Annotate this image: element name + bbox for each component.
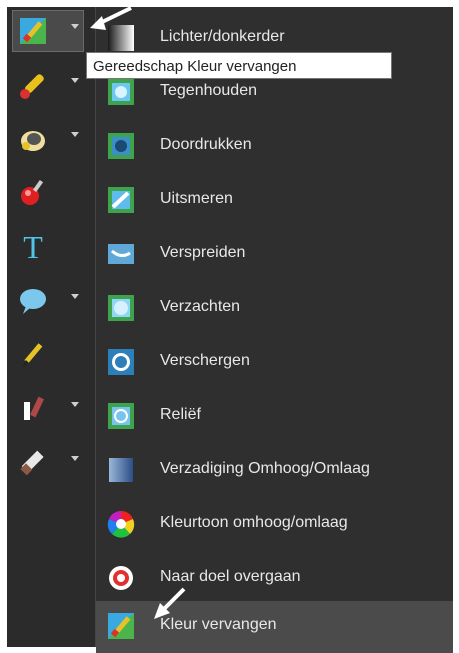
dodge-icon [106, 77, 136, 107]
menu-item-label: Doordrukken [160, 136, 252, 153]
flyout-caret-icon[interactable] [71, 132, 79, 137]
flyout-caret-icon[interactable] [71, 456, 79, 461]
flyout-caret-icon[interactable] [71, 24, 79, 29]
menu-item-label: Reliëf [160, 406, 201, 423]
tool-shape[interactable] [13, 281, 83, 321]
menu-item-verschergen[interactable]: Verschergen [96, 337, 453, 389]
brush-icon [17, 69, 49, 101]
menu-item-label: Verzachten [160, 298, 241, 315]
tool-red-eye[interactable] [13, 173, 83, 213]
menu-item-verzachten[interactable]: Verzachten [96, 283, 453, 335]
text-icon: T [23, 228, 43, 265]
menu-item-label: Verzadiging Omhoog/Omlaag [160, 460, 370, 477]
menu-item-label: Lichter/donkerder [160, 28, 285, 45]
tool-dropper[interactable] [13, 389, 83, 429]
menu-item-uitsmeren[interactable]: Uitsmeren [96, 175, 453, 227]
smudge-icon [106, 185, 136, 215]
target-icon [106, 563, 136, 593]
tool-kleur-vervangen[interactable] [12, 10, 84, 52]
menu-item-label: Naar doel overgaan [160, 568, 301, 585]
tools-toolbar: T [7, 7, 95, 647]
annotation-arrow-icon [90, 6, 132, 30]
dropper-icon [17, 393, 49, 425]
menu-item-doordrukken[interactable]: Doordrukken [96, 121, 453, 173]
menu-item-verzadiging[interactable]: Verzadiging Omhoog/Omlaag [96, 445, 453, 497]
menu-item-relief[interactable]: Reliëf [96, 391, 453, 443]
menu-item-label: Verschergen [160, 352, 250, 369]
saturation-icon [106, 455, 136, 485]
screenshot-frame: T Lichter/donkerder Tegenhouden Doordruk… [0, 0, 459, 653]
menu-item-label: Tegenhouden [160, 82, 257, 99]
push-icon [106, 239, 136, 269]
menu-item-label: Kleurtoon omhoog/omlaag [160, 514, 348, 531]
flyout-menu: Lichter/donkerder Tegenhouden Doordrukke… [95, 7, 453, 653]
menu-item-verspreiden[interactable]: Verspreiden [96, 229, 453, 281]
flyout-caret-icon[interactable] [71, 294, 79, 299]
burn-icon [106, 131, 136, 161]
tool-text[interactable]: T [13, 227, 83, 267]
hue-wheel-icon [106, 509, 136, 539]
sharpen-icon [106, 347, 136, 377]
emboss-icon [106, 401, 136, 431]
tool-fill[interactable] [13, 119, 83, 159]
red-eye-icon [17, 177, 49, 209]
tooltip: Gereedschap Kleur vervangen [86, 52, 392, 79]
paint-bucket-icon [17, 123, 49, 155]
pen-icon [17, 339, 49, 371]
flyout-caret-icon[interactable] [71, 402, 79, 407]
flyout-caret-icon[interactable] [71, 78, 79, 83]
eraser-icon [17, 447, 49, 479]
menu-item-label: Verspreiden [160, 244, 246, 261]
tool-brush[interactable] [13, 65, 83, 105]
tool-pen[interactable] [13, 335, 83, 375]
speech-bubble-icon [17, 285, 49, 317]
menu-item-kleurtoon[interactable]: Kleurtoon omhoog/omlaag [96, 499, 453, 551]
tool-eraser[interactable] [13, 443, 83, 483]
color-replace-icon [106, 611, 136, 641]
annotation-arrow-icon [154, 587, 186, 619]
soften-icon [106, 293, 136, 323]
color-replace-icon [17, 15, 49, 47]
menu-item-label: Uitsmeren [160, 190, 233, 207]
